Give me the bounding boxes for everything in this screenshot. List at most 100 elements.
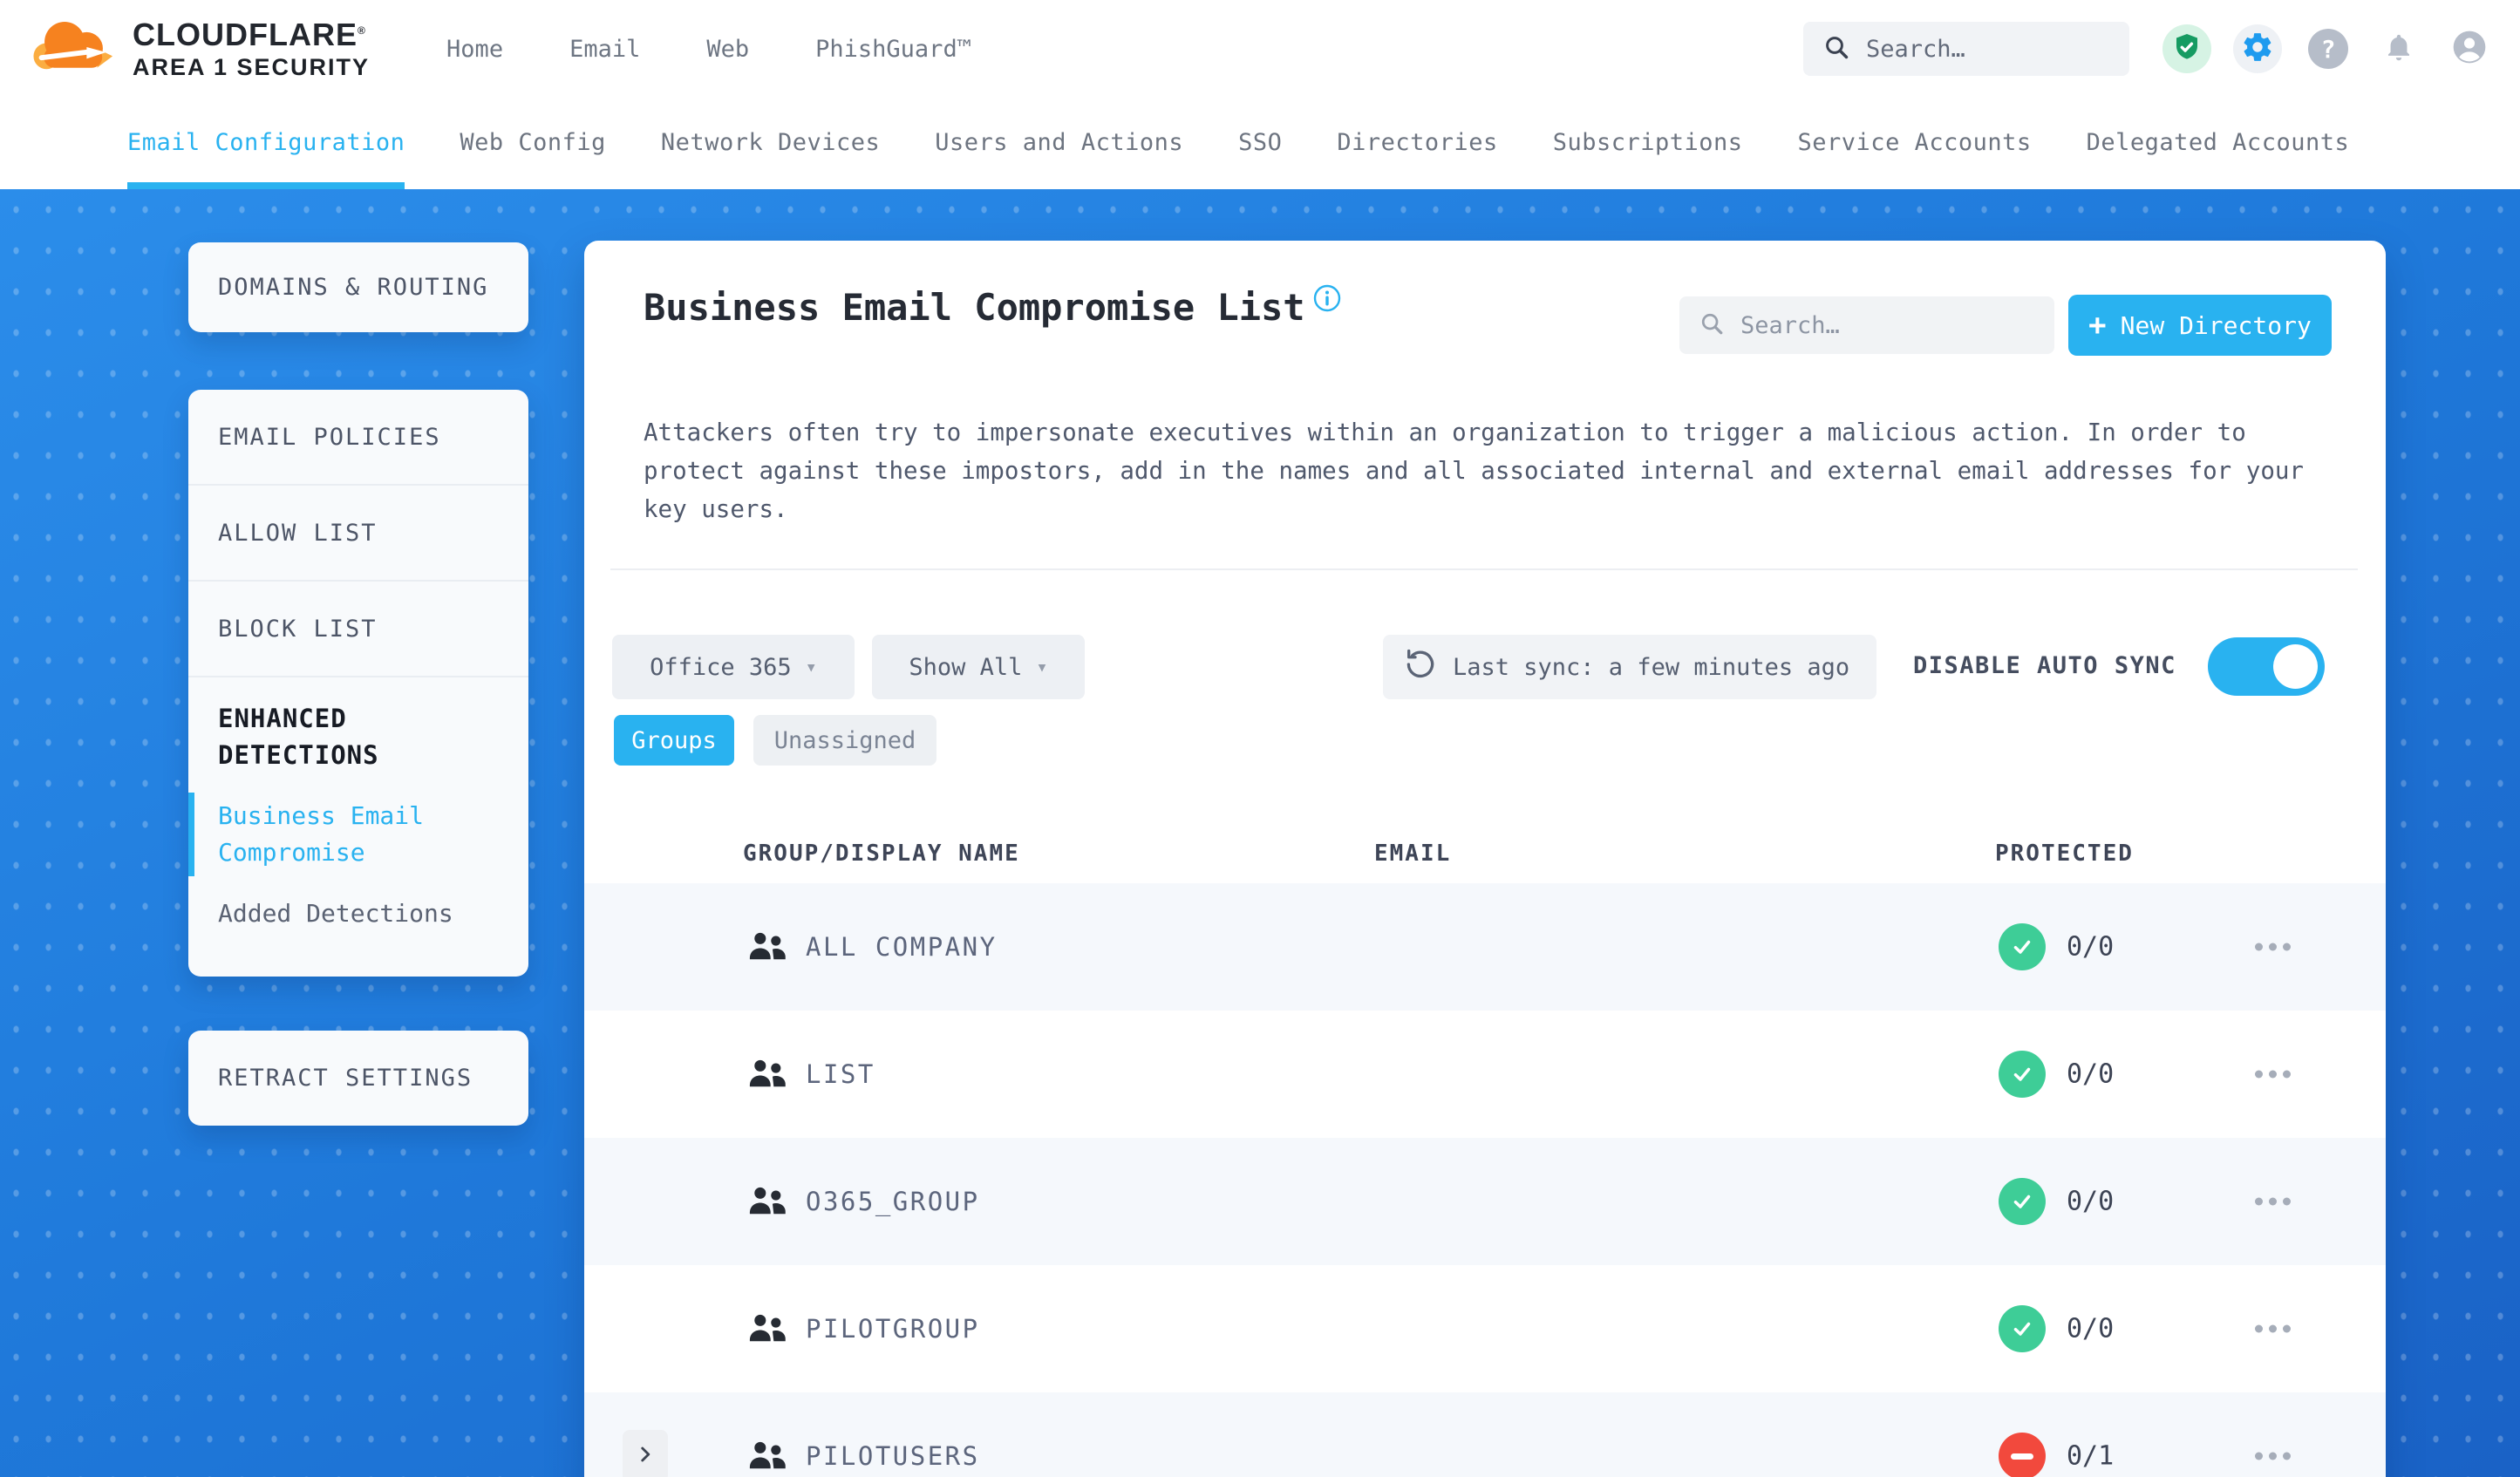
brand-name: CLOUDFLARE®: [133, 16, 366, 52]
sidebar-item-retract-settings[interactable]: RETRACT SETTINGS: [188, 1031, 528, 1126]
tab-subscriptions[interactable]: Subscriptions: [1553, 98, 1743, 189]
row-actions-menu[interactable]: [2255, 943, 2291, 951]
group-icon: [748, 1311, 788, 1346]
directory-filter-value: Office 365: [650, 653, 792, 681]
column-email: EMAIL: [1374, 841, 1452, 867]
notifications-button[interactable]: [2374, 24, 2423, 73]
area1-security-app: CLOUDFLARE® AREA 1 SECURITY Home Email W…: [0, 0, 2520, 1477]
sidebar-policies-card: EMAIL POLICIES ALLOW LIST BLOCK LIST ENH…: [188, 390, 528, 977]
tab-sso[interactable]: SSO: [1238, 98, 1282, 189]
sidebar-item-business-email-compromise[interactable]: Business Email Compromise: [188, 793, 499, 876]
table-row-pilotgroup[interactable]: PILOTGROUP 0/0: [584, 1265, 2386, 1392]
sidebar-item-domains-routing[interactable]: DOMAINS & ROUTING: [188, 242, 528, 332]
group-icon: [748, 1057, 788, 1092]
show-filter-dropdown[interactable]: Show All ▾: [872, 635, 1085, 699]
protected-count: 0/0: [2067, 1186, 2115, 1217]
block-list-label: BLOCK LIST: [218, 615, 378, 643]
auto-sync-label: DISABLE AUTO SYNC: [1913, 652, 2176, 679]
expand-row-button[interactable]: [623, 1430, 668, 1477]
protected-status-badge: [1999, 1305, 2046, 1352]
bec-list-panel: Business Email Compromise List Search… +…: [584, 241, 2386, 1477]
bell-icon: [2383, 31, 2414, 66]
directory-search-input[interactable]: Search…: [1679, 296, 2054, 354]
protected-count: 0/0: [2067, 931, 2115, 963]
global-search-placeholder: Search…: [1866, 35, 1965, 63]
header-status-icons: ?: [2162, 24, 2494, 73]
tab-unassigned[interactable]: Unassigned: [753, 715, 936, 766]
tab-delegated-accounts[interactable]: Delegated Accounts: [2087, 98, 2350, 189]
chevron-down-icon: ▾: [1036, 656, 1048, 678]
new-directory-label: New Directory: [2120, 310, 2312, 340]
enhanced-detections-label[interactable]: ENHANCED DETECTIONS: [218, 700, 499, 773]
nav-item-email[interactable]: Email: [569, 36, 640, 63]
user-avatar-icon: [2450, 28, 2489, 70]
last-sync-status[interactable]: Last sync: a few minutes ago: [1383, 635, 1876, 699]
tab-network-devices[interactable]: Network Devices: [661, 98, 880, 189]
table-row-pilotusers[interactable]: PILOTUSERS 0/1: [584, 1392, 2386, 1477]
toggle-knob: [2273, 644, 2318, 689]
nav-item-phishguard[interactable]: PhishGuard™: [815, 36, 971, 63]
help-button[interactable]: ?: [2304, 24, 2353, 73]
nav-item-web[interactable]: Web: [706, 36, 749, 63]
row-actions-menu[interactable]: [2255, 1452, 2291, 1460]
column-group-display-name: GROUP/DISPLAY NAME: [743, 841, 1020, 867]
retract-settings-label: RETRACT SETTINGS: [218, 1065, 473, 1092]
configuration-tabs: Email Configuration Web Config Network D…: [0, 98, 2520, 189]
page-description: Attackers often try to impersonate execu…: [644, 419, 2304, 523]
chevron-right-icon: [634, 1443, 657, 1469]
row-actions-menu[interactable]: [2255, 1324, 2291, 1333]
protected-status-badge: [1999, 923, 2046, 970]
sidebar-item-added-detections[interactable]: Added Detections: [218, 895, 499, 932]
tab-users-and-actions[interactable]: Users and Actions: [935, 98, 1183, 189]
search-icon: [1699, 310, 1725, 340]
new-directory-button[interactable]: + New Directory: [2068, 295, 2332, 356]
table-header: GROUP/DISPLAY NAME EMAIL PROTECTED: [584, 841, 2386, 883]
show-filter-value: Show All: [909, 653, 1023, 681]
protection-status-button[interactable]: [2162, 24, 2211, 73]
group-name: PILOTGROUP: [806, 1314, 980, 1344]
table-row-o365-group[interactable]: O365_GROUP 0/0: [584, 1138, 2386, 1265]
group-icon: [748, 929, 788, 964]
cloudflare-cloud-icon: [30, 14, 120, 84]
tab-directories[interactable]: Directories: [1337, 98, 1497, 189]
top-navigation: Home Email Web PhishGuard™: [446, 36, 971, 63]
sidebar-item-allow-list[interactable]: ALLOW LIST: [188, 486, 528, 582]
chevron-down-icon: ▾: [805, 656, 817, 678]
question-mark-icon: ?: [2308, 29, 2348, 69]
sidebar-section-enhanced-detections: ENHANCED DETECTIONS Business Email Compr…: [188, 677, 528, 932]
info-icon[interactable]: [1312, 279, 1342, 322]
protected-count: 0/0: [2067, 1313, 2115, 1344]
group-table: ALL COMPANY 0/0 LIST 0/0 O365_GROUP 0/0 …: [584, 883, 2386, 1477]
tab-groups[interactable]: Groups: [614, 715, 734, 766]
plus-icon: +: [2088, 308, 2107, 343]
group-icon: [748, 1439, 788, 1474]
table-row-all-company[interactable]: ALL COMPANY 0/0: [584, 883, 2386, 1011]
brand-subtitle: AREA 1 SECURITY: [133, 53, 371, 80]
settings-button[interactable]: [2233, 24, 2282, 73]
not-protected-status-badge: [1999, 1433, 2046, 1477]
last-sync-text: Last sync: a few minutes ago: [1453, 653, 1850, 681]
tab-web-config[interactable]: Web Config: [460, 98, 606, 189]
sidebar-item-block-list[interactable]: BLOCK LIST: [188, 582, 528, 677]
protected-status-badge: [1999, 1178, 2046, 1225]
global-search-input[interactable]: Search…: [1803, 22, 2129, 76]
search-icon: [1822, 33, 1850, 65]
table-row-list[interactable]: LIST 0/0: [584, 1011, 2386, 1138]
sidebar-item-email-policies[interactable]: EMAIL POLICIES: [188, 390, 528, 486]
directory-filter-dropdown[interactable]: Office 365 ▾: [612, 635, 855, 699]
row-actions-menu[interactable]: [2255, 1197, 2291, 1206]
row-actions-menu[interactable]: [2255, 1070, 2291, 1079]
brand-text: CLOUDFLARE® AREA 1 SECURITY: [133, 16, 371, 80]
domains-routing-label: DOMAINS & ROUTING: [218, 274, 489, 301]
cloudflare-logo[interactable]: CLOUDFLARE® AREA 1 SECURITY: [30, 14, 370, 84]
tab-service-accounts[interactable]: Service Accounts: [1798, 98, 2032, 189]
auto-sync-toggle[interactable]: [2208, 637, 2325, 696]
nav-item-home[interactable]: Home: [446, 36, 503, 63]
work-area: DOMAINS & ROUTING EMAIL POLICIES ALLOW L…: [0, 189, 2520, 1477]
top-bar: CLOUDFLARE® AREA 1 SECURITY Home Email W…: [0, 0, 2520, 98]
account-button[interactable]: [2445, 24, 2494, 73]
group-icon: [748, 1184, 788, 1219]
tab-email-configuration[interactable]: Email Configuration: [127, 98, 405, 189]
column-protected: PROTECTED: [1995, 841, 2134, 867]
directory-search-placeholder: Search…: [1740, 311, 1840, 339]
